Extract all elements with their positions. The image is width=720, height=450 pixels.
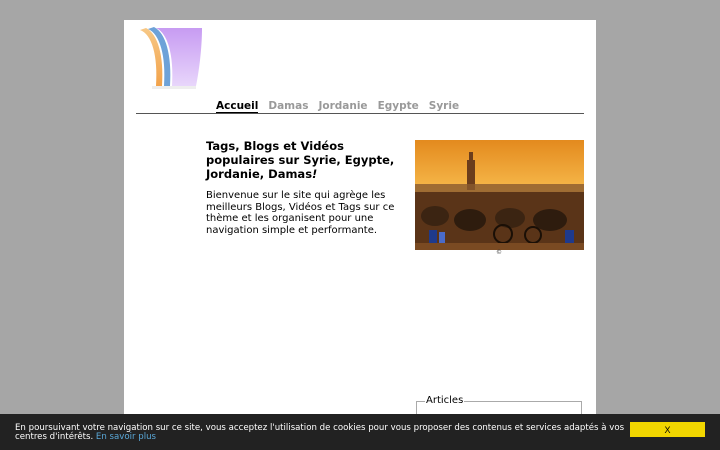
photo-credit: © <box>496 249 502 256</box>
cookie-learn-more-link[interactable]: En savoir plus <box>96 432 156 442</box>
page-title-mark: ! <box>312 167 318 181</box>
marrakech-photo <box>415 140 584 250</box>
nav-item-syrie[interactable]: Syrie <box>429 100 459 114</box>
page-container: Accueil Damas Jordanie Egypte Syrie Tags… <box>124 20 596 450</box>
main-nav: Accueil Damas Jordanie Egypte Syrie <box>216 100 469 114</box>
site-logo-icon[interactable] <box>138 26 204 90</box>
articles-legend: Articles <box>425 395 465 406</box>
nav-item-damas[interactable]: Damas <box>268 100 308 114</box>
intro-text: Bienvenue sur le site qui agrège les mei… <box>206 190 395 236</box>
nav-item-accueil[interactable]: Accueil <box>216 100 259 114</box>
page-title-text: Tags, Blogs et Vidéos populaires sur Syr… <box>206 139 395 181</box>
nav-divider <box>136 113 584 114</box>
page-title: Tags, Blogs et Vidéos populaires sur Syr… <box>206 139 402 181</box>
cookie-text-block: En poursuivant votre navigation sur ce s… <box>15 423 625 443</box>
nav-item-jordanie[interactable]: Jordanie <box>318 100 367 114</box>
nav-item-egypte[interactable]: Egypte <box>378 100 419 114</box>
cookie-banner: En poursuivant votre navigation sur ce s… <box>0 414 720 450</box>
cookie-close-button[interactable]: X <box>630 422 705 437</box>
